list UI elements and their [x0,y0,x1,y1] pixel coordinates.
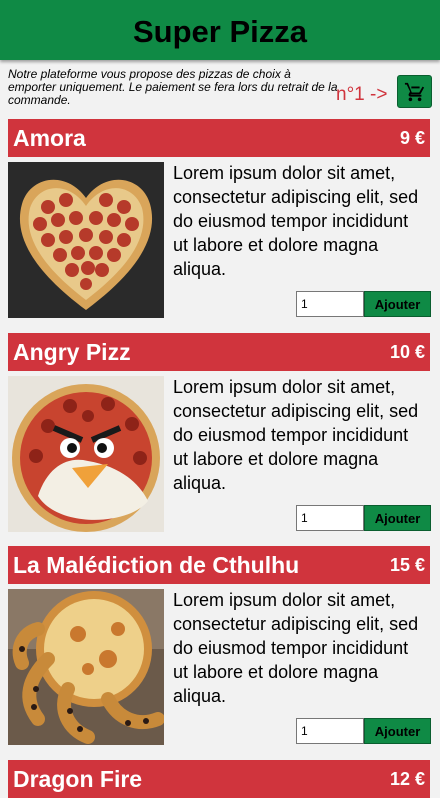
cart-icon [404,82,425,102]
quantity-input[interactable] [296,291,364,317]
add-button[interactable]: Ajouter [364,718,431,744]
pizza-image [8,376,164,532]
add-button[interactable]: Ajouter [364,291,431,317]
pizza-name: La Malédiction de Cthulhu [13,552,300,578]
pizza-price: 15 € [389,555,425,575]
pizza-name: Angry Pizz [13,339,131,365]
pizza-description: Lorem ipsum dolor sit amet, consectetur … [173,377,419,493]
pizza-title-bar: Angry Pizz 10 € [8,333,430,371]
rank-label: n°1 -> [336,84,388,105]
add-button[interactable]: Ajouter [364,505,431,531]
pizza-price: 12 € [389,769,425,789]
app-title: Super Pizza [133,14,307,49]
pizza-description: Lorem ipsum dolor sit amet, consectetur … [173,590,419,706]
app-header: Super Pizza [0,0,440,60]
quantity-input[interactable] [296,718,364,744]
pizza-name: Dragon Fire [13,766,143,792]
pizza-image [8,589,164,745]
cart-button[interactable] [397,75,432,108]
pizza-title-bar: Dragon Fire 12 € [8,760,430,798]
pizza-image [8,162,164,318]
quantity-input[interactable] [296,505,364,531]
pizza-name: Amora [13,125,86,151]
pizza-title-bar: Amora 9 € [8,119,430,157]
pizza-title-bar: La Malédiction de Cthulhu 15 € [8,546,430,584]
intro-text: Notre plateforme vous propose des pizzas… [8,67,338,107]
pizza-description: Lorem ipsum dolor sit amet, consectetur … [173,163,419,279]
pizza-price: 9 € [399,128,425,148]
pizza-price: 10 € [389,342,425,362]
